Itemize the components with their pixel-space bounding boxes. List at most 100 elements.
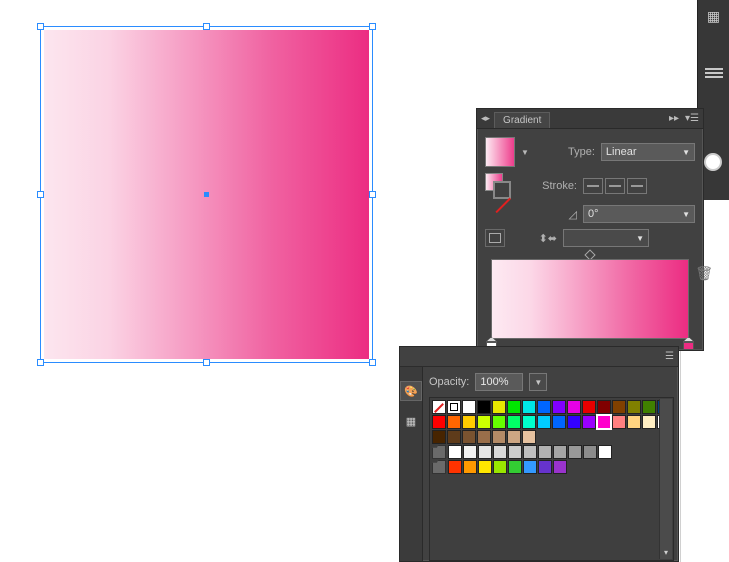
swatch-chip[interactable] xyxy=(597,415,611,429)
swatch-chip[interactable] xyxy=(567,400,581,414)
angle-icon: ◿ xyxy=(517,208,577,221)
swatch-folder-icon[interactable] xyxy=(432,460,446,474)
swatch-chip[interactable] xyxy=(612,415,626,429)
panel-menu-icon[interactable]: ☰ xyxy=(665,351,674,362)
gradient-thumb-caret-icon[interactable]: ▼ xyxy=(521,148,529,157)
swatch-chip[interactable] xyxy=(478,460,492,474)
dock-icon-ring[interactable] xyxy=(702,34,726,58)
swatch-chip[interactable] xyxy=(463,460,477,474)
swatch-chip[interactable] xyxy=(462,415,476,429)
swatch-chip[interactable] xyxy=(552,400,566,414)
swatch-chip[interactable] xyxy=(508,445,522,459)
swatches-scrollbar[interactable]: ▾ xyxy=(659,399,672,559)
gradient-rectangle[interactable] xyxy=(44,30,369,359)
swatch-chip[interactable] xyxy=(537,415,551,429)
swatch-chip[interactable] xyxy=(642,400,656,414)
gradient-angle-field[interactable]: 0° ▼ xyxy=(583,205,695,223)
panel-menu-icon[interactable]: ▾☰ xyxy=(685,113,699,124)
swatch-chip[interactable] xyxy=(553,460,567,474)
panel-collapse-arrows-icon[interactable]: ◂▸ xyxy=(481,113,490,124)
swatch-chip[interactable] xyxy=(522,415,536,429)
swatch-chip[interactable] xyxy=(627,400,641,414)
gradient-panel-tab[interactable]: Gradient xyxy=(494,112,550,128)
panel-cycle-icon[interactable]: ▸▸ xyxy=(669,113,679,124)
swatch-chip[interactable] xyxy=(432,400,446,414)
swatches-panel-header[interactable]: ☰ xyxy=(400,347,678,367)
gradient-stop-end[interactable] xyxy=(683,337,694,350)
swatch-chip[interactable] xyxy=(538,445,552,459)
delete-stop-icon[interactable]: 🗑 xyxy=(695,265,713,282)
swatch-chip[interactable] xyxy=(492,415,506,429)
fill-stroke-toggle[interactable] xyxy=(485,173,511,199)
opacity-field[interactable]: 100% xyxy=(475,373,523,391)
swatch-chip[interactable] xyxy=(507,400,521,414)
swatch-chip[interactable] xyxy=(478,445,492,459)
stroke-mode-across[interactable] xyxy=(627,178,647,194)
swatch-chip[interactable] xyxy=(552,415,566,429)
swatch-chip[interactable] xyxy=(538,460,552,474)
swatch-chip[interactable] xyxy=(477,430,491,444)
swatch-chip[interactable] xyxy=(507,415,521,429)
swatch-chip[interactable] xyxy=(582,415,596,429)
swatch-chip[interactable] xyxy=(568,445,582,459)
swatch-chip[interactable] xyxy=(432,430,446,444)
gradient-slider[interactable]: 🗑 xyxy=(485,259,695,339)
resize-handle-bm[interactable] xyxy=(203,359,210,366)
swatch-chip[interactable] xyxy=(598,445,612,459)
resize-handle-br[interactable] xyxy=(369,359,376,366)
swatch-chip[interactable] xyxy=(462,430,476,444)
swatch-chip[interactable] xyxy=(597,400,611,414)
swatch-chip[interactable] xyxy=(612,400,626,414)
gradient-preview-thumb[interactable] xyxy=(485,137,515,167)
stroke-mode-along[interactable] xyxy=(605,178,625,194)
stroke-swatch-none[interactable] xyxy=(493,181,511,199)
swatches-mode-grid-icon[interactable]: ▦ xyxy=(400,411,422,431)
swatch-chip[interactable] xyxy=(447,415,461,429)
swatch-chip[interactable] xyxy=(448,460,462,474)
swatch-chip[interactable] xyxy=(492,430,506,444)
gradient-panel: ◂▸ Gradient ▸▸ ▾☰ ▼ Type: Linear ▼ Strok… xyxy=(476,108,704,351)
swatch-chip[interactable] xyxy=(583,445,597,459)
swatch-chip[interactable] xyxy=(523,445,537,459)
swatch-chip[interactable] xyxy=(522,430,536,444)
swatch-chip[interactable] xyxy=(523,460,537,474)
swatch-chip[interactable] xyxy=(477,400,491,414)
dock-icon-circle[interactable] xyxy=(701,150,725,174)
gradient-panel-header[interactable]: ◂▸ Gradient ▸▸ ▾☰ xyxy=(477,109,703,129)
dock-icon-grid[interactable]: ▦ xyxy=(702,4,726,28)
swatch-chip[interactable] xyxy=(492,400,506,414)
resize-handle-tr[interactable] xyxy=(369,23,376,30)
swatch-chip[interactable] xyxy=(432,415,446,429)
swatch-chip[interactable] xyxy=(448,445,462,459)
swatch-chip[interactable] xyxy=(447,400,461,414)
swatch-chip[interactable] xyxy=(522,400,536,414)
resize-handle-bl[interactable] xyxy=(37,359,44,366)
swatch-chip[interactable] xyxy=(462,400,476,414)
swatch-chip[interactable] xyxy=(477,415,491,429)
resize-handle-tl[interactable] xyxy=(37,23,44,30)
swatch-chip[interactable] xyxy=(493,460,507,474)
resize-handle-tm[interactable] xyxy=(203,23,210,30)
swatch-chip[interactable] xyxy=(508,460,522,474)
dock-icon-menu[interactable] xyxy=(702,64,726,82)
resize-handle-ml[interactable] xyxy=(37,191,44,198)
resize-handle-mr[interactable] xyxy=(369,191,376,198)
swatch-chip[interactable] xyxy=(582,400,596,414)
stroke-mode-within[interactable] xyxy=(583,178,603,194)
gradient-aspect-field[interactable]: ▼ xyxy=(563,229,649,247)
swatch-chip[interactable] xyxy=(567,415,581,429)
swatch-chip[interactable] xyxy=(507,430,521,444)
gradient-type-dropdown[interactable]: Linear ▼ xyxy=(601,143,695,161)
reverse-gradient-button[interactable] xyxy=(485,229,505,247)
swatch-folder-icon[interactable] xyxy=(432,445,446,459)
gradient-ramp[interactable] xyxy=(491,259,689,339)
swatch-chip[interactable] xyxy=(463,445,477,459)
swatch-chip[interactable] xyxy=(493,445,507,459)
swatch-chip[interactable] xyxy=(447,430,461,444)
swatch-chip[interactable] xyxy=(642,415,656,429)
swatch-chip[interactable] xyxy=(553,445,567,459)
swatch-chip[interactable] xyxy=(627,415,641,429)
opacity-dropdown-caret[interactable]: ▼ xyxy=(529,373,547,391)
swatches-mode-palette-icon[interactable]: 🎨 xyxy=(400,381,422,401)
swatch-chip[interactable] xyxy=(537,400,551,414)
